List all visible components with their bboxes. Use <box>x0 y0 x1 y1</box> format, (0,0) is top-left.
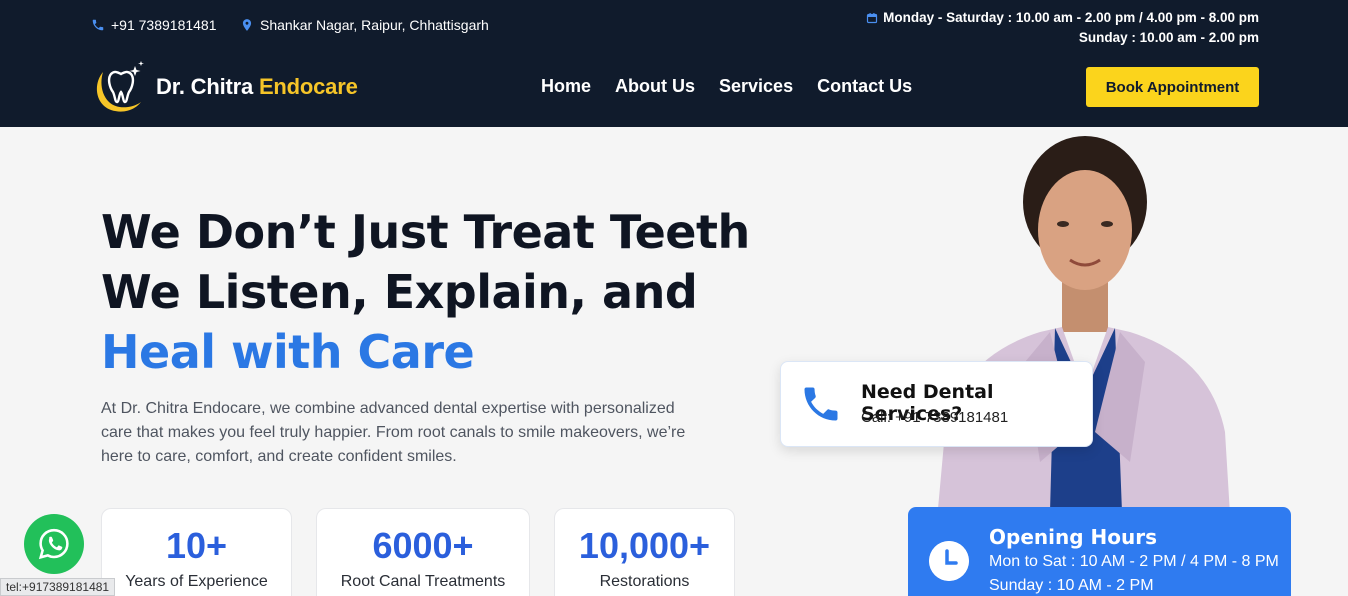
topbar-hours: Monday - Saturday : 10.00 am - 2.00 pm /… <box>866 8 1259 48</box>
brand-name-part1: Dr. Chitra <box>156 74 254 99</box>
nav-contact[interactable]: Contact Us <box>817 76 912 97</box>
main-nav: Home About Us Services Contact Us <box>541 76 912 97</box>
stat-label: Years of Experience <box>125 573 268 590</box>
status-bar-link-preview: tel:+917389181481 <box>0 578 116 596</box>
stat-value: 10+ <box>165 525 228 566</box>
stat-card-root-canal: 6000+ Root Canal Treatments <box>316 508 530 596</box>
clock-icon <box>929 541 969 581</box>
whatsapp-icon <box>38 528 69 560</box>
stat-label: Restorations <box>599 573 690 590</box>
stat-value: 10,000+ <box>578 525 711 566</box>
opening-hours-sunday: Sunday : 10 AM - 2 PM <box>989 577 1154 594</box>
stat-card-experience: 10+ Years of Experience <box>101 508 292 596</box>
location-pin-icon <box>242 19 252 31</box>
nav-home[interactable]: Home <box>541 76 591 97</box>
need-card-call[interactable]: Call: +91 7389181481 <box>861 409 1008 426</box>
hero-title: We Don’t Just Treat Teeth We Listen, Exp… <box>101 202 750 382</box>
stat-card-restorations: 10,000+ Restorations <box>554 508 735 596</box>
topbar-phone[interactable]: +91 7389181481 <box>91 17 217 33</box>
hero-description: At Dr. Chitra Endocare, we combine advan… <box>101 400 686 465</box>
book-appointment-button[interactable]: Book Appointment <box>1086 67 1259 107</box>
opening-hours-weekdays: Mon to Sat : 10 AM - 2 PM / 4 PM - 8 PM <box>989 553 1279 570</box>
stat-value: 6000+ <box>372 525 474 566</box>
hero-line-1: We Don’t Just Treat Teeth <box>101 205 750 259</box>
site-header: +91 7389181481 Shankar Nagar, Raipur, Ch… <box>0 0 1348 127</box>
nav-services[interactable]: Services <box>719 76 793 97</box>
need-dental-card[interactable]: Need Dental Services? Call: +91 73891814… <box>780 361 1093 447</box>
nav-about[interactable]: About Us <box>615 76 695 97</box>
hours-sunday: Sunday : 10.00 am - 2.00 pm <box>1078 30 1259 45</box>
brand-name: Dr. Chitra Endocare <box>156 74 358 100</box>
hours-weekdays: Monday - Saturday : 10.00 am - 2.00 pm /… <box>883 10 1259 25</box>
topbar-address-text: Shankar Nagar, Raipur, Chhattisgarh <box>260 17 489 33</box>
topbar-address: Shankar Nagar, Raipur, Chhattisgarh <box>240 17 489 33</box>
opening-hours-title: Opening Hours <box>989 525 1157 549</box>
hero-line-3: Heal with Care <box>101 325 475 379</box>
brand-logo[interactable]: Dr. Chitra Endocare <box>91 58 358 116</box>
tooth-logo-icon <box>96 61 144 112</box>
opening-hours-card: Opening Hours Mon to Sat : 10 AM - 2 PM … <box>908 507 1291 596</box>
brand-name-part2: Endocare <box>258 74 358 99</box>
phone-icon <box>92 19 104 31</box>
hero-line-2: We Listen, Explain, and <box>101 265 698 319</box>
topbar-phone-text: +91 7389181481 <box>111 17 217 33</box>
phone-icon <box>804 387 838 421</box>
whatsapp-button[interactable] <box>24 514 84 574</box>
calendar-icon <box>867 13 878 24</box>
stat-label: Root Canal Treatments <box>340 573 506 590</box>
